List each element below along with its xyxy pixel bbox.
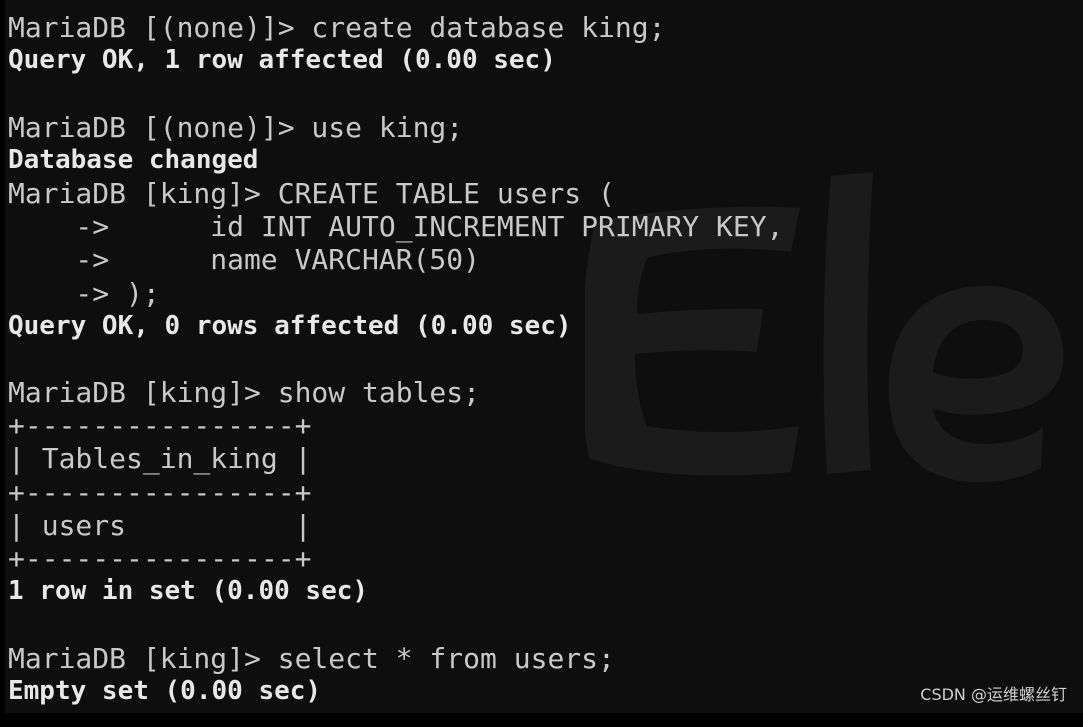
terminal-prompt-line: | Tables_in_king | (8, 442, 312, 476)
terminal-output-line: Database changed (8, 144, 259, 175)
terminal-prompt-line: MariaDB [(none)]> create database king; (8, 11, 666, 44)
terminal-prompt-line: -> name VARCHAR(50) (8, 243, 481, 277)
terminal-output-line: Query OK, 1 row affected (0.00 sec) (8, 45, 556, 76)
terminal-prompt-line: -> ); (8, 276, 160, 310)
terminal-output-line: Query OK, 0 rows affected (0.00 sec) (8, 310, 572, 341)
terminal-prompt-line: +----------------+ (8, 409, 312, 443)
csdn-credit-watermark: CSDN @运维螺丝钉 (920, 685, 1067, 704)
terminal-prompt-line: -> id INT AUTO_INCREMENT PRIMARY KEY, (8, 210, 784, 244)
terminal-output-line: 1 row in set (0.00 sec) (8, 576, 369, 607)
terminal-prompt-line: MariaDB [king]> show tables; (8, 376, 481, 410)
terminal-prompt-line: +----------------+ (8, 475, 312, 509)
terminal-output-area[interactable]: MariaDB [(none)]> create database king; Q… (0, 0, 1083, 708)
terminal-prompt-line: +----------------+ (8, 542, 312, 575)
terminal-prompt-line: MariaDB [king]> select * from users; (8, 641, 615, 675)
terminal-window[interactable]: MariaDB [(none)]> create database king; Q… (0, 0, 1083, 727)
window-left-edge (0, 0, 5, 727)
terminal-prompt-line: MariaDB [(none)]> use king; (8, 110, 464, 144)
window-bottom-edge (0, 713, 1083, 727)
terminal-prompt-line: | users | (8, 508, 312, 542)
terminal-prompt-line: MariaDB [king]> CREATE TABLE users ( (8, 176, 615, 210)
